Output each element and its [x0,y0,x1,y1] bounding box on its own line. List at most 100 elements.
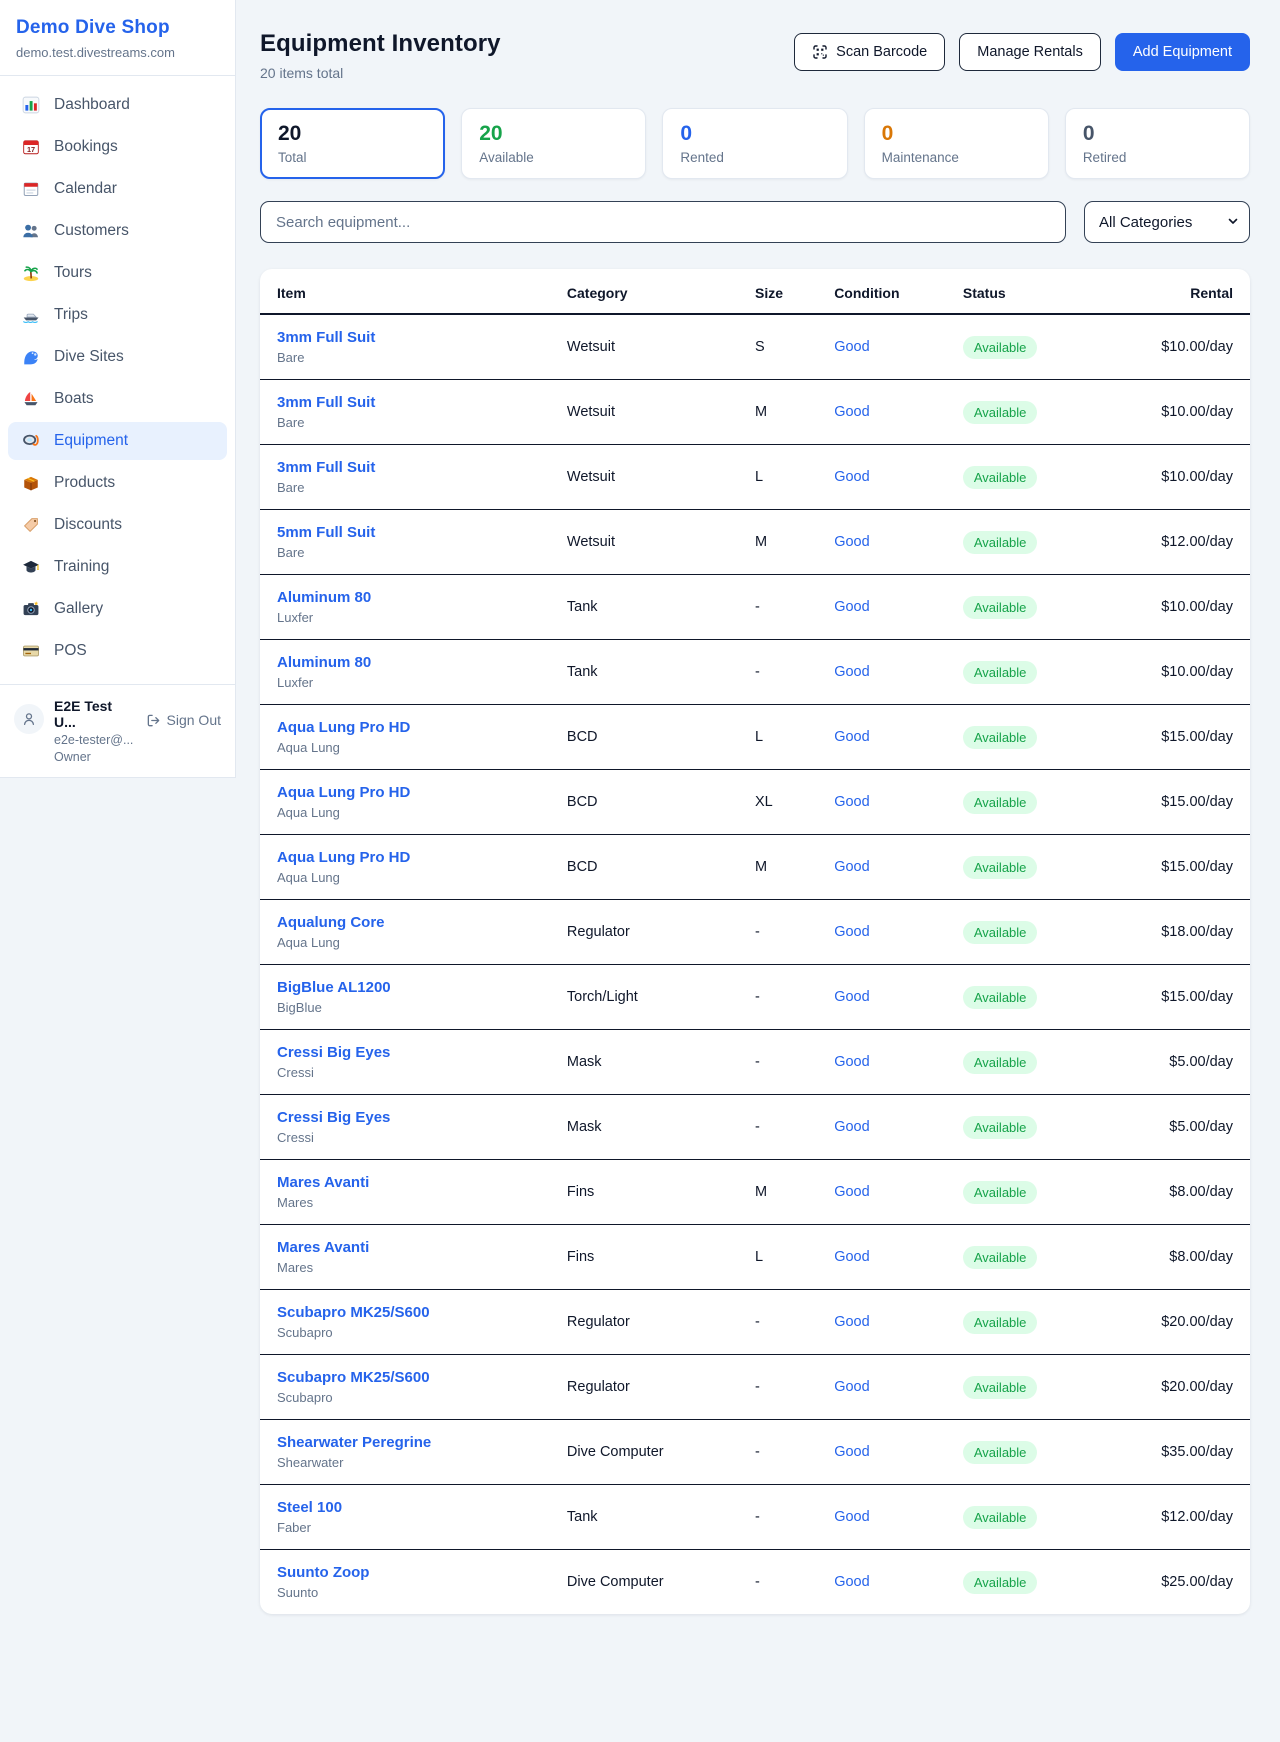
table-row: Suunto Zoop Suunto Dive Computer - Good … [260,1550,1250,1615]
item-name-link[interactable]: 3mm Full Suit [277,394,567,411]
sidebar-item-label: Dashboard [54,96,130,114]
rental-price: $12.00/day [1121,510,1250,575]
item-name-link[interactable]: Aqua Lung Pro HD [277,849,567,866]
rental-price: $8.00/day [1121,1225,1250,1290]
brand-name[interactable]: Demo Dive Shop [16,17,219,39]
category-select[interactable]: All Categories [1084,201,1250,243]
sidebar-item-customers[interactable]: Customers [8,212,227,250]
category-select-wrap: All Categories [1084,201,1250,243]
item-name-link[interactable]: Scubapro MK25/S600 [277,1369,567,1386]
status-badge: Available [963,596,1038,619]
item-name-link[interactable]: Aqua Lung Pro HD [277,784,567,801]
stat-card-maintenance[interactable]: 0 Maintenance [864,108,1049,179]
stat-card-retired[interactable]: 0 Retired [1065,108,1250,179]
stat-card-available[interactable]: 20 Available [461,108,646,179]
sign-out-button[interactable]: Sign Out [146,712,221,728]
condition-link[interactable]: Good [834,924,869,940]
condition-link[interactable]: Good [834,1379,869,1395]
table-row: Steel 100 Faber Tank - Good Available $1… [260,1485,1250,1550]
condition-link[interactable]: Good [834,599,869,615]
table-row: Scubapro MK25/S600 Scubapro Regulator - … [260,1355,1250,1420]
condition-link[interactable]: Good [834,1184,869,1200]
item-category: Tank [567,575,755,640]
status-badge: Available [963,1376,1038,1399]
search-input[interactable] [260,201,1066,243]
condition-link[interactable]: Good [834,1054,869,1070]
sidebar-item-boats[interactable]: Boats [8,380,227,418]
sidebar-item-equipment[interactable]: Equipment [8,422,227,460]
stat-label: Total [278,150,427,165]
condition-link[interactable]: Good [834,1574,869,1590]
rental-price: $15.00/day [1121,835,1250,900]
condition-link[interactable]: Good [834,534,869,550]
sidebar-item-products[interactable]: Products [8,464,227,502]
scan-barcode-button[interactable]: Scan Barcode [794,33,945,71]
table-row: 3mm Full Suit Bare Wetsuit L Good Availa… [260,445,1250,510]
sidebar-item-pos[interactable]: POS [8,632,227,670]
condition-link[interactable]: Good [834,1444,869,1460]
item-category: Tank [567,1485,755,1550]
item-name-link[interactable]: BigBlue AL1200 [277,979,567,996]
sidebar-item-label: Calendar [54,180,117,198]
item-name-link[interactable]: 3mm Full Suit [277,329,567,346]
item-name-link[interactable]: Mares Avanti [277,1239,567,1256]
stat-card-total[interactable]: 20 Total [260,108,445,179]
item-name-link[interactable]: Cressi Big Eyes [277,1044,567,1061]
condition-link[interactable]: Good [834,1119,869,1135]
item-name-link[interactable]: Suunto Zoop [277,1564,567,1581]
rental-price: $15.00/day [1121,770,1250,835]
stat-card-rented[interactable]: 0 Rented [662,108,847,179]
item-name-link[interactable]: Shearwater Peregrine [277,1434,567,1451]
item-name-link[interactable]: Aluminum 80 [277,589,567,606]
user-name: E2E Test U... [54,698,136,730]
sidebar-item-training[interactable]: Training [8,548,227,586]
item-size: S [755,314,834,380]
sidebar-item-calendar[interactable]: Calendar [8,170,227,208]
table-row: Aqua Lung Pro HD Aqua Lung BCD L Good Av… [260,705,1250,770]
item-name-link[interactable]: 5mm Full Suit [277,524,567,541]
status-badge: Available [963,466,1038,489]
column-header-status: Status [963,269,1121,314]
sidebar-item-label: Tours [54,264,92,282]
sidebar-item-trips[interactable]: Trips [8,296,227,334]
item-category: Dive Computer [567,1550,755,1615]
item-brand: Suunto [277,1585,567,1600]
status-badge: Available [963,856,1038,879]
condition-link[interactable]: Good [834,664,869,680]
sidebar-item-bookings[interactable]: 17 Bookings [8,128,227,166]
stat-value: 0 [1083,122,1232,146]
item-size: M [755,380,834,445]
rental-price: $20.00/day [1121,1290,1250,1355]
condition-link[interactable]: Good [834,729,869,745]
item-name-link[interactable]: Steel 100 [277,1499,567,1516]
condition-link[interactable]: Good [834,989,869,1005]
item-name-link[interactable]: Aluminum 80 [277,654,567,671]
condition-link[interactable]: Good [834,1314,869,1330]
sidebar-item-discounts[interactable]: Discounts [8,506,227,544]
item-category: Mask [567,1095,755,1160]
add-equipment-button[interactable]: Add Equipment [1115,33,1250,71]
item-name-link[interactable]: Mares Avanti [277,1174,567,1191]
condition-link[interactable]: Good [834,1249,869,1265]
condition-link[interactable]: Good [834,859,869,875]
sidebar-item-tours[interactable]: Tours [8,254,227,292]
condition-link[interactable]: Good [834,404,869,420]
condition-link[interactable]: Good [834,794,869,810]
sidebar-item-dashboard[interactable]: Dashboard [8,86,227,124]
item-name-link[interactable]: Aqualung Core [277,914,567,931]
sidebar-item-gallery[interactable]: Gallery [8,590,227,628]
item-category: Torch/Light [567,965,755,1030]
condition-link[interactable]: Good [834,1509,869,1525]
sidebar-item-dive-sites[interactable]: Dive Sites [8,338,227,376]
manage-rentals-button[interactable]: Manage Rentals [959,33,1101,71]
item-name-link[interactable]: Aqua Lung Pro HD [277,719,567,736]
condition-link[interactable]: Good [834,469,869,485]
item-name-link[interactable]: Scubapro MK25/S600 [277,1304,567,1321]
item-name-link[interactable]: 3mm Full Suit [277,459,567,476]
item-brand: Luxfer [277,675,567,690]
item-name-link[interactable]: Cressi Big Eyes [277,1109,567,1126]
condition-link[interactable]: Good [834,339,869,355]
items-total-count: 20 items total [260,65,501,81]
table-row: Aluminum 80 Luxfer Tank - Good Available… [260,640,1250,705]
status-badge: Available [963,726,1038,749]
